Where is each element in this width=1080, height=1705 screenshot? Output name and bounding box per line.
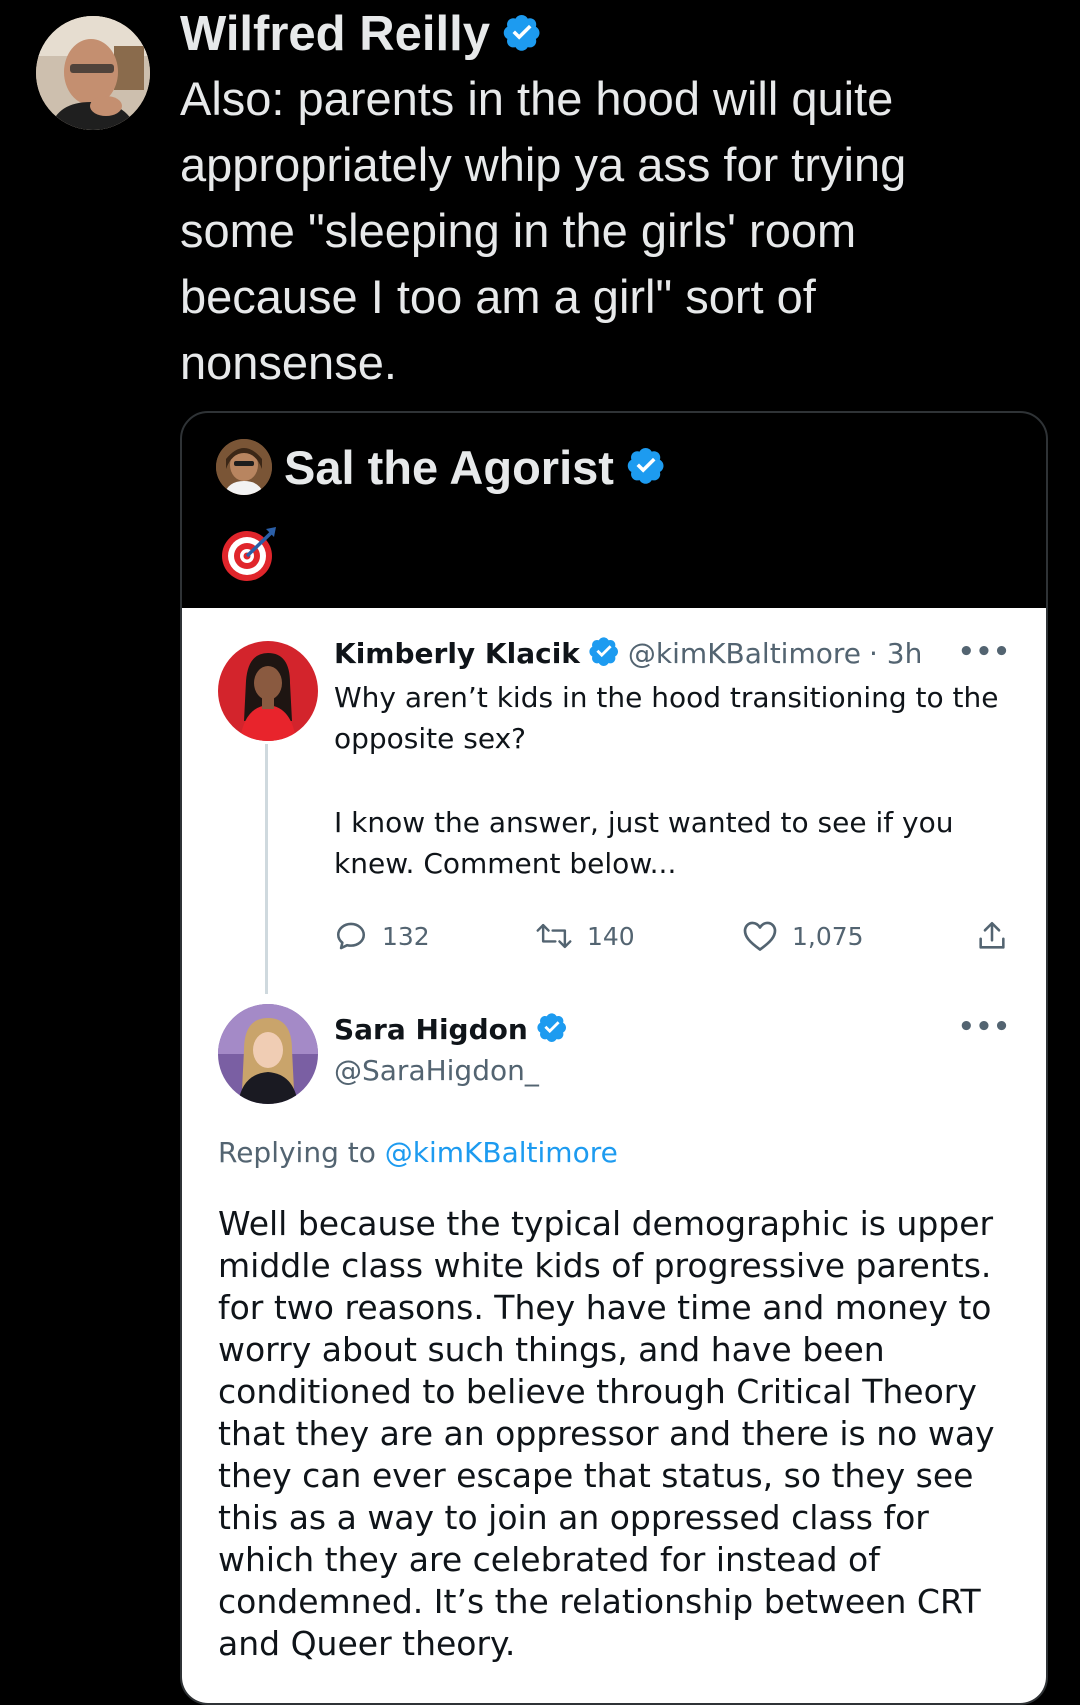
more-dots-icon: ••• <box>958 1012 1011 1042</box>
replying-to-prefix: Replying to <box>218 1136 376 1169</box>
quoted-image[interactable]: Kimberly Klacik @kimKBaltimore · 3h ••• … <box>182 608 1046 1703</box>
share-action <box>975 919 1009 953</box>
reply-author-handle: @SaraHigdon_ <box>334 1054 539 1087</box>
reply-author-name: Sara Higdon <box>334 1012 528 1046</box>
retweet-action: 140 <box>535 919 635 953</box>
share-icon <box>979 921 1005 949</box>
retweet-count: 140 <box>587 921 635 951</box>
original-author-name: Kimberly Klacik <box>334 636 580 670</box>
replying-to-mention: @kimKBaltimore <box>384 1136 618 1169</box>
reply-icon <box>336 922 366 950</box>
original-tweet-text-line1: Why aren’t kids in the hood transitionin… <box>334 681 999 755</box>
original-tweet-header: Kimberly Klacik @kimKBaltimore · 3h <box>334 635 922 671</box>
more-dots-icon: ••• <box>958 637 1011 667</box>
quote-tweet-card[interactable]: Sal the Agorist Kimberly Klacik @kimKBal… <box>180 411 1048 1705</box>
reply-action: 132 <box>334 919 430 953</box>
reply-tweet-text: Well because the typical demographic is … <box>218 1204 995 1663</box>
heart-icon <box>743 921 777 951</box>
quote-author-name[interactable]: Sal the Agorist <box>284 440 614 495</box>
original-tweet-text-line2: I know the answer, just wanted to see if… <box>334 806 954 880</box>
verified-badge-icon <box>536 1011 568 1047</box>
like-action: 1,075 <box>742 919 864 953</box>
verified-badge-icon <box>588 635 620 671</box>
verified-badge-icon[interactable] <box>502 12 542 57</box>
replying-to-line: Replying to @kimKBaltimore <box>218 1136 618 1169</box>
direct-hit-emoji-icon <box>220 523 280 583</box>
quote-header: Sal the Agorist <box>216 439 666 495</box>
kimberly-avatar <box>218 641 318 741</box>
sara-avatar <box>218 1004 318 1104</box>
original-tweet-time: · 3h <box>869 636 923 670</box>
author-avatar[interactable] <box>36 16 150 130</box>
verified-badge-icon[interactable] <box>626 445 666 490</box>
author-avatar-image <box>36 16 150 130</box>
author-name[interactable]: Wilfred Reilly <box>180 6 490 62</box>
thread-connector-line <box>265 744 268 994</box>
like-count: 1,075 <box>792 921 864 951</box>
reply-tweet-header: Sara Higdon <box>334 1011 568 1047</box>
reply-count: 132 <box>382 921 430 951</box>
tweet-text: Also: parents in the hood will quite app… <box>180 72 907 389</box>
tweet-header: Wilfred Reilly <box>180 6 542 62</box>
retweet-icon <box>536 923 572 949</box>
original-author-handle: @kimKBaltimore <box>627 636 861 670</box>
quote-author-avatar <box>216 439 272 495</box>
